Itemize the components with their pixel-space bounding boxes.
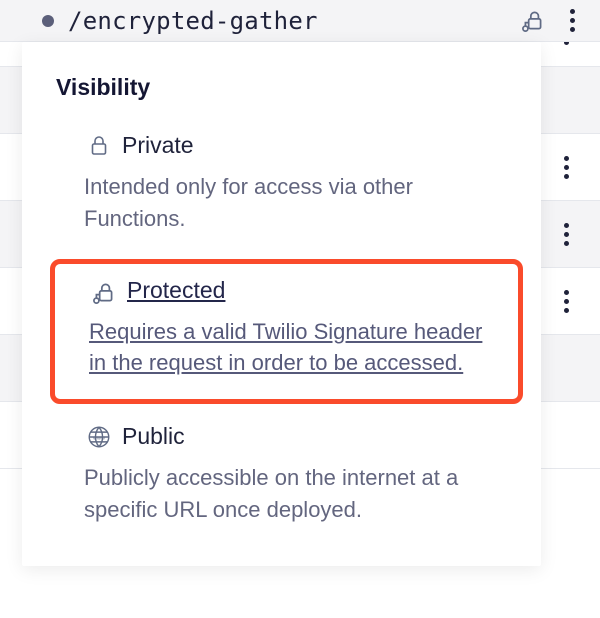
visibility-option-protected[interactable]: Protected Requires a valid Twilio Signat…: [50, 259, 523, 405]
popover-heading: Visibility: [22, 64, 541, 123]
selected-function-row: /encrypted-gather: [0, 0, 600, 42]
visibility-option-desc: Requires a valid Twilio Signature header…: [89, 316, 494, 380]
protected-icon: [89, 278, 119, 308]
visibility-option-title: Private: [122, 131, 507, 161]
kebab-menu-button[interactable]: [558, 152, 574, 182]
visibility-option-private[interactable]: Private Intended only for access via oth…: [22, 123, 541, 251]
kebab-menu-button[interactable]: [564, 6, 580, 36]
visibility-option-desc: Intended only for access via other Funct…: [84, 171, 507, 235]
globe-www-icon: www: [84, 422, 114, 452]
lock-icon: [84, 131, 114, 161]
visibility-option-public[interactable]: www Public Publicly accessible on the in…: [22, 414, 541, 542]
kebab-menu-button[interactable]: [558, 286, 574, 316]
protected-icon: [520, 8, 546, 34]
visibility-option-title: Protected: [127, 276, 494, 306]
visibility-popover: Visibility Private Intended only for acc…: [22, 42, 541, 566]
function-path: /encrypted-gather: [68, 7, 520, 35]
status-dot-icon: [42, 15, 54, 27]
svg-text:www: www: [92, 436, 105, 442]
visibility-option-desc: Publicly accessible on the internet at a…: [84, 462, 507, 526]
visibility-option-title: Public: [122, 422, 507, 452]
kebab-menu-button[interactable]: [558, 219, 574, 249]
